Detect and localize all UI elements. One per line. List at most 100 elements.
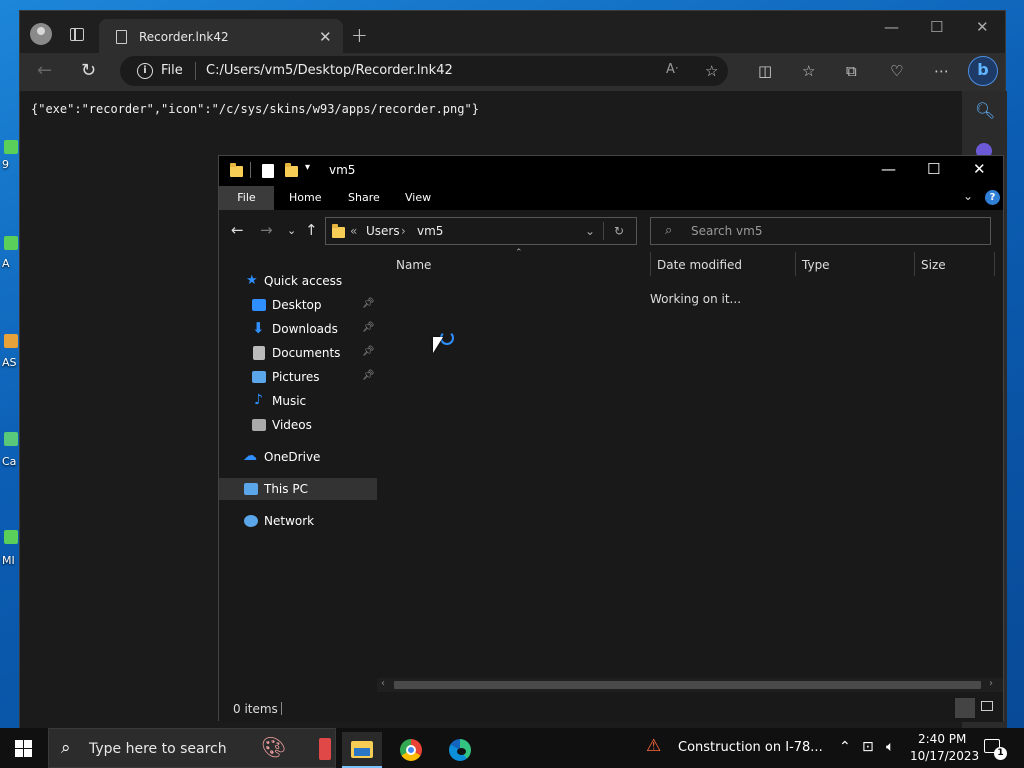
info-icon[interactable]: i: [137, 63, 153, 79]
new-folder-icon[interactable]: [285, 163, 298, 177]
explorer-title-bar: ▾ vm5 — ☐ ✕: [219, 156, 1003, 186]
sidebar-item-videos[interactable]: Videos: [219, 414, 377, 436]
pin-icon[interactable]: 📌︎: [362, 346, 375, 357]
network-tray-icon[interactable]: ⊡: [862, 739, 874, 755]
breadcrumb-users[interactable]: Users: [366, 224, 400, 238]
scroll-left-icon[interactable]: ‹: [381, 678, 385, 689]
pin-icon[interactable]: 📌︎: [362, 322, 375, 333]
show-hidden-icons-chevron-icon[interactable]: ⌃: [839, 739, 851, 755]
column-header-name[interactable]: Name: [396, 258, 431, 272]
taskbar-edge[interactable]: [440, 732, 480, 768]
scrollbar-thumb[interactable]: [394, 681, 981, 689]
breadcrumb-vm5[interactable]: vm5: [417, 224, 443, 238]
address-bar[interactable]: i File C:/Users/vm5/Desktop/Recorder.lnk…: [120, 56, 728, 86]
column-divider[interactable]: [650, 252, 651, 276]
taskbar-file-explorer[interactable]: [342, 732, 382, 768]
properties-icon[interactable]: [262, 164, 274, 178]
column-header-type[interactable]: Type: [802, 258, 830, 272]
desktop-icon-label: Ca: [2, 455, 17, 468]
file-list-area: ⌃ Name Date modified Type Size Working o…: [377, 248, 1003, 692]
sidebar-item-label: Desktop: [272, 298, 322, 312]
column-divider[interactable]: [914, 252, 915, 276]
maximize-icon[interactable]: ☐: [930, 18, 943, 36]
refresh-icon[interactable]: ↻: [614, 224, 624, 238]
new-tab-icon[interactable]: +: [351, 23, 368, 47]
profile-avatar-icon[interactable]: [30, 23, 52, 45]
minimize-icon[interactable]: —: [884, 18, 899, 36]
column-header-size[interactable]: Size: [921, 258, 946, 272]
taskbar-chrome[interactable]: [391, 732, 431, 768]
pin-icon[interactable]: 📌︎: [362, 370, 375, 381]
performance-icon[interactable]: ♡: [890, 62, 903, 80]
download-arrow-icon: ⬇: [252, 319, 265, 337]
sidebar-item-label: Pictures: [272, 370, 320, 384]
tab-close-icon[interactable]: ✕: [319, 28, 332, 46]
split-screen-icon[interactable]: ◫: [758, 62, 772, 80]
large-icons-view-icon[interactable]: [981, 701, 993, 711]
tab-share[interactable]: Share: [348, 191, 380, 204]
sidebar-item-onedrive[interactable]: ☁ OneDrive: [219, 446, 377, 468]
back-arrow-icon[interactable]: ←: [37, 60, 52, 81]
close-icon[interactable]: ✕: [976, 18, 989, 36]
address-history-chevron-icon[interactable]: ⌄: [585, 224, 595, 238]
help-icon[interactable]: ?: [985, 190, 1000, 205]
breadcrumb-overflow[interactable]: «: [350, 224, 357, 238]
desktop-app-icon[interactable]: [4, 140, 18, 154]
news-widget-text[interactable]: Construction on I-78...: [678, 740, 823, 755]
search-highlight-icon[interactable]: [319, 738, 331, 760]
tab-view[interactable]: View: [405, 191, 431, 204]
expand-ribbon-icon[interactable]: ⌄: [963, 189, 973, 203]
explorer-search-input[interactable]: ⌕ Search vm5: [650, 217, 991, 245]
recent-locations-icon[interactable]: ⌄: [287, 224, 296, 237]
favorite-star-icon[interactable]: ☆: [705, 62, 718, 80]
traffic-alert-icon[interactable]: ⚠: [646, 736, 661, 756]
bing-chat-icon[interactable]: b: [968, 56, 998, 86]
windows-start-icon[interactable]: [15, 740, 32, 757]
column-divider[interactable]: [994, 252, 995, 276]
read-aloud-icon[interactable]: Aᐧ: [666, 62, 678, 77]
favorites-list-icon[interactable]: ☆: [802, 62, 815, 80]
sidebar-item-this-pc[interactable]: This PC: [219, 478, 377, 500]
column-header-date-modified[interactable]: Date modified: [657, 258, 742, 272]
sidebar-item-downloads[interactable]: ⬇ Downloads 📌︎: [219, 318, 377, 340]
minimize-icon[interactable]: —: [881, 160, 896, 178]
close-icon[interactable]: ✕: [973, 160, 986, 178]
collections-icon[interactable]: ⧉: [846, 62, 857, 80]
tab-home[interactable]: Home: [289, 191, 321, 204]
sidebar-item-pictures[interactable]: Pictures 📌︎: [219, 366, 377, 388]
desktop-app-icon[interactable]: [4, 236, 18, 250]
sidebar-item-music[interactable]: ♪ Music: [219, 390, 377, 412]
sidebar-item-quick-access[interactable]: ★ Quick access: [219, 270, 377, 292]
volume-muted-icon[interactable]: 🔈︎: [886, 739, 894, 755]
sidebar-item-label: Music: [272, 394, 307, 408]
forward-arrow-icon[interactable]: →: [260, 221, 273, 239]
desktop-app-icon[interactable]: [4, 432, 18, 446]
sidebar-item-desktop[interactable]: Desktop 📌︎: [219, 294, 377, 316]
sidebar-search-icon[interactable]: 🔍︎: [975, 101, 995, 120]
back-arrow-icon[interactable]: ←: [231, 221, 244, 239]
desktop-app-icon[interactable]: [4, 530, 18, 544]
clock-date[interactable]: 10/17/2023: [910, 749, 979, 763]
maximize-icon[interactable]: ☐: [927, 160, 940, 178]
desktop-app-icon[interactable]: [4, 334, 18, 348]
clock-time[interactable]: 2:40 PM: [918, 732, 966, 746]
address-url[interactable]: C:/Users/vm5/Desktop/Recorder.lnk42: [206, 63, 453, 78]
customize-toolbar-icon[interactable]: ▾: [305, 162, 310, 173]
refresh-icon[interactable]: ↻: [81, 60, 96, 81]
pin-icon[interactable]: 📌︎: [362, 298, 375, 309]
tab-file[interactable]: File: [219, 186, 274, 210]
more-options-icon[interactable]: ⋯: [934, 62, 949, 80]
search-highlight-icon[interactable]: 🎨︎: [261, 735, 286, 759]
scroll-right-icon[interactable]: ›: [989, 678, 993, 689]
browser-toolbar: ← ↻ i File C:/Users/vm5/Desktop/Recorder…: [20, 53, 1005, 91]
tab-actions-icon[interactable]: [70, 28, 84, 41]
column-divider[interactable]: [795, 252, 796, 276]
mouse-cursor-icon: [433, 337, 443, 353]
details-view-icon[interactable]: [955, 698, 975, 718]
explorer-address-bar[interactable]: « Users › vm5 ⌄ ↻: [325, 217, 637, 245]
taskbar-search-input[interactable]: ⌕ Type here to search 🎨︎: [48, 728, 336, 768]
up-arrow-icon[interactable]: ↑: [305, 221, 318, 239]
sidebar-item-network[interactable]: Network: [219, 510, 377, 532]
sidebar-item-documents[interactable]: Documents 📌︎: [219, 342, 377, 364]
horizontal-scrollbar[interactable]: ‹ ›: [377, 678, 1003, 692]
